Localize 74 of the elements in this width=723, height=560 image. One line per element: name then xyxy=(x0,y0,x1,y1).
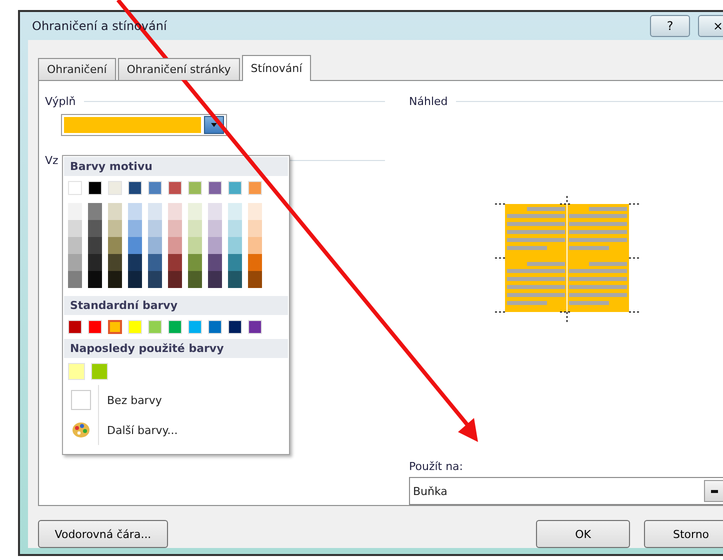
color-swatch[interactable] xyxy=(248,237,262,254)
color-swatch[interactable] xyxy=(128,237,142,254)
menu-item[interactable]: Další barvy... xyxy=(99,424,178,436)
color-swatch[interactable] xyxy=(68,203,82,220)
color-swatch[interactable] xyxy=(208,237,222,254)
palette-heading: Naposledy použité barvy xyxy=(64,339,288,358)
horizontal-line-button[interactable]: Vodorovná čára... xyxy=(38,520,168,548)
close-button[interactable]: × xyxy=(698,15,723,37)
color-swatch[interactable] xyxy=(228,237,242,254)
color-swatch[interactable] xyxy=(108,254,122,271)
empty-swatch-icon xyxy=(71,390,91,410)
color-swatch[interactable] xyxy=(188,203,202,220)
color-swatch[interactable] xyxy=(68,220,82,237)
color-swatch[interactable] xyxy=(148,220,162,237)
color-swatch[interactable] xyxy=(188,271,202,288)
color-swatch[interactable] xyxy=(248,203,262,220)
color-swatch[interactable] xyxy=(208,220,222,237)
color-swatch[interactable] xyxy=(228,271,242,288)
help-button[interactable]: ? xyxy=(650,15,690,37)
color-swatch[interactable] xyxy=(188,254,202,271)
color-swatch[interactable] xyxy=(128,254,142,271)
menu-item[interactable]: Bez barvy xyxy=(99,394,162,406)
color-swatch[interactable] xyxy=(88,237,102,254)
cancel-button[interactable]: Storno xyxy=(644,520,723,548)
color-swatch[interactable] xyxy=(108,320,122,334)
tab[interactable]: Ohraničení xyxy=(38,58,116,80)
color-swatch[interactable] xyxy=(168,254,182,271)
color-swatch[interactable] xyxy=(208,203,222,220)
palette-heading: Barvy motivu xyxy=(64,157,288,176)
section-label: Náhled xyxy=(409,95,448,108)
apply-to-dropdown[interactable]: Buňka xyxy=(409,477,723,505)
color-swatch[interactable] xyxy=(208,271,222,288)
color-swatch[interactable] xyxy=(68,237,82,254)
ok-button[interactable]: OK xyxy=(536,520,630,548)
color-swatch[interactable] xyxy=(68,254,82,271)
color-swatch[interactable] xyxy=(148,237,162,254)
color-swatch[interactable] xyxy=(148,254,162,271)
color-swatch[interactable] xyxy=(68,271,82,288)
color-swatch[interactable] xyxy=(88,203,102,220)
color-swatch[interactable] xyxy=(108,271,122,288)
palette-icon xyxy=(72,422,90,438)
section-label: Výplň xyxy=(45,95,76,108)
color-swatch[interactable] xyxy=(128,220,142,237)
color-swatch[interactable] xyxy=(88,254,102,271)
tab[interactable]: Ohraničení stránky xyxy=(118,58,240,80)
color-swatch[interactable] xyxy=(228,220,242,237)
color-swatch[interactable] xyxy=(128,271,142,288)
color-swatch[interactable] xyxy=(128,203,142,220)
field-label: Použít na: xyxy=(409,460,464,473)
fill-color-dropdown[interactable] xyxy=(61,114,227,136)
caret-icon xyxy=(211,123,217,127)
color-swatch[interactable] xyxy=(188,220,202,237)
caret-icon xyxy=(710,490,718,492)
color-swatch[interactable] xyxy=(88,220,102,237)
color-swatch[interactable] xyxy=(228,203,242,220)
color-swatch[interactable] xyxy=(188,237,202,254)
tab[interactable]: Stínování xyxy=(242,55,312,81)
palette-heading: Standardní barvy xyxy=(64,296,288,315)
color-swatch[interactable] xyxy=(208,254,222,271)
color-swatch[interactable] xyxy=(168,237,182,254)
color-swatch[interactable] xyxy=(248,254,262,271)
color-swatch[interactable] xyxy=(148,203,162,220)
color-swatch[interactable] xyxy=(168,271,182,288)
color-swatch[interactable] xyxy=(168,203,182,220)
color-swatch[interactable] xyxy=(148,271,162,288)
color-swatch[interactable] xyxy=(248,220,262,237)
color-swatch[interactable] xyxy=(108,220,122,237)
color-swatch[interactable] xyxy=(228,254,242,271)
color-swatch[interactable] xyxy=(88,271,102,288)
section-label: Vz xyxy=(45,154,58,167)
color-swatch[interactable] xyxy=(108,237,122,254)
color-swatch[interactable] xyxy=(168,220,182,237)
color-swatch[interactable] xyxy=(248,271,262,288)
color-swatch[interactable] xyxy=(108,203,122,220)
